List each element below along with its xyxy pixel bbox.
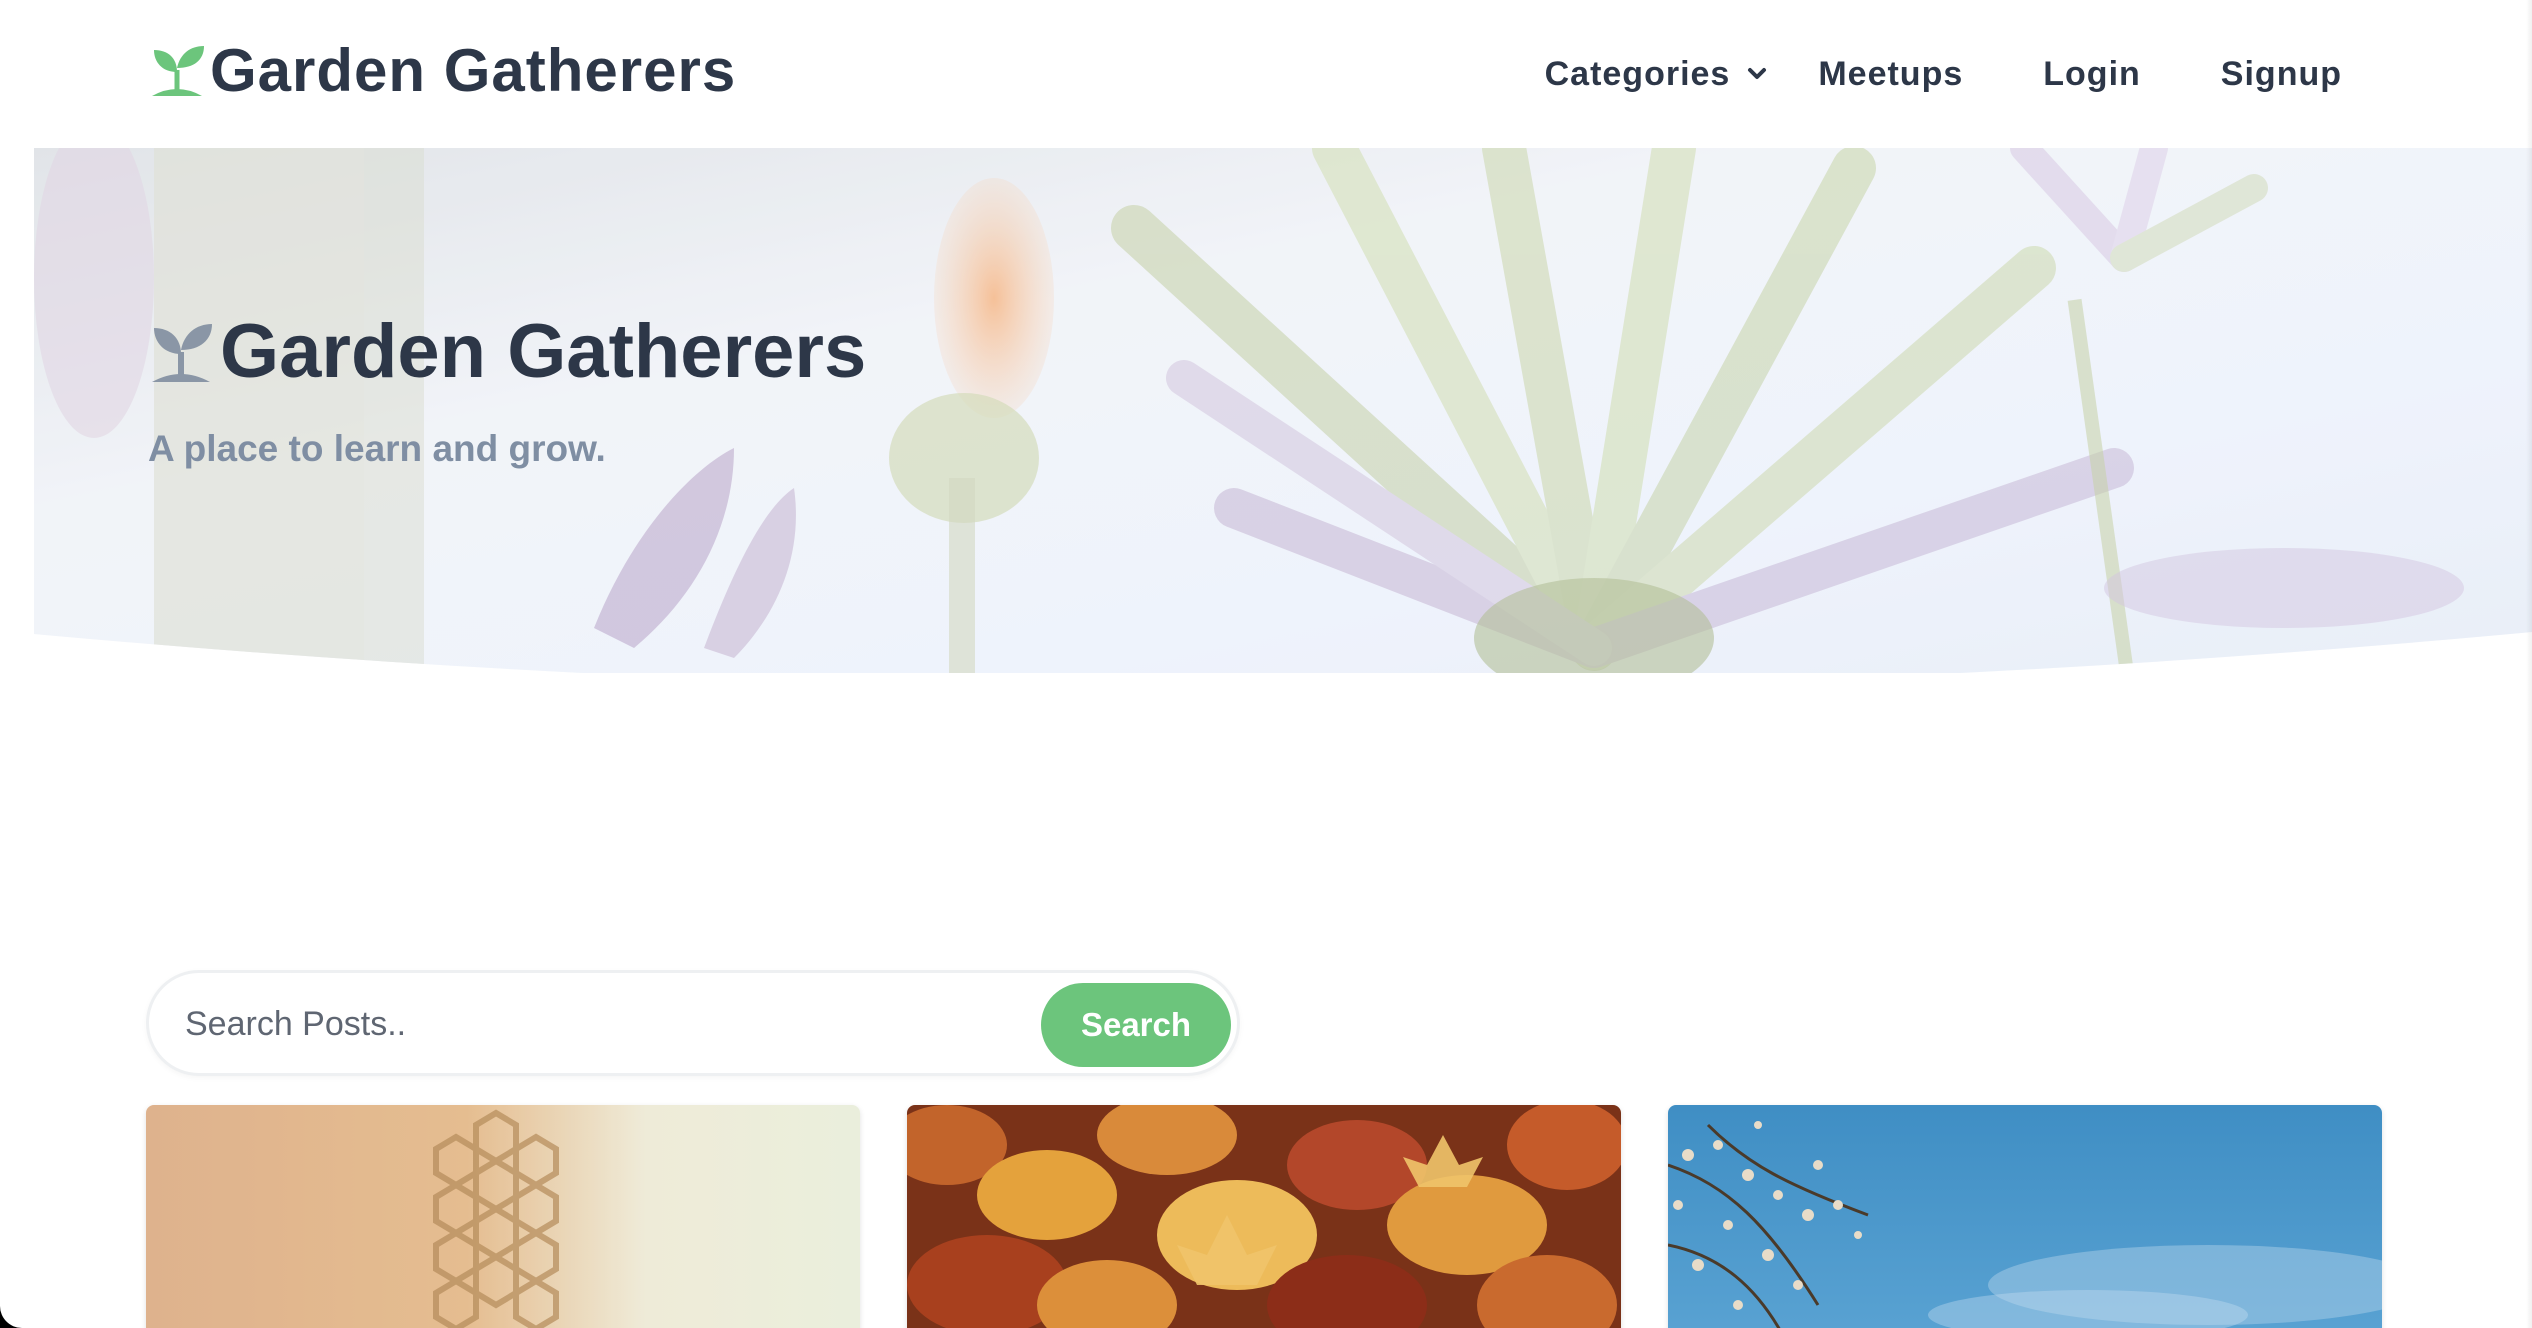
post-card[interactable] [1668,1105,2382,1328]
nav-meetups-link[interactable]: Meetups [1818,55,1963,94]
seedling-icon [152,46,204,96]
nav-signup-link[interactable]: Signup [2221,55,2342,94]
post-card[interactable] [146,1105,860,1328]
search-button[interactable]: Search [1041,983,1231,1067]
hero-title-text: Garden Gatherers [220,309,867,394]
honeycomb-photo [146,1105,860,1328]
chevron-down-icon [1748,68,1767,79]
window-edge [2526,0,2532,1328]
hero-banner: Garden Gatherers A place to learn and gr… [34,148,2532,673]
main-nav: Categories Meetups Login Signup [1545,44,2342,104]
post-card[interactable] [907,1105,1621,1328]
nav-login-link[interactable]: Login [2043,55,2141,94]
search-input[interactable] [185,995,845,1053]
brand-logo-link[interactable]: Garden Gatherers [150,30,736,110]
browser-viewport: Garden Gatherers Categories Meetups Logi… [0,0,2532,1328]
hero-flower-background [34,148,2532,673]
search-form: Search [146,970,1240,1076]
hero-title: Garden Gatherers [150,308,866,395]
autumn-leaves-photo [907,1105,1621,1328]
hero-subtitle: A place to learn and grow. [148,428,606,469]
nav-categories-dropdown[interactable]: Categories [1545,55,1769,94]
seedling-icon [150,320,214,384]
nav-categories-label: Categories [1544,54,1731,93]
navbar: Garden Gatherers Categories Meetups Logi… [0,0,2532,148]
blossom-branch-sky-photo [1668,1105,2382,1328]
brand-name: Garden Gatherers [210,36,737,104]
